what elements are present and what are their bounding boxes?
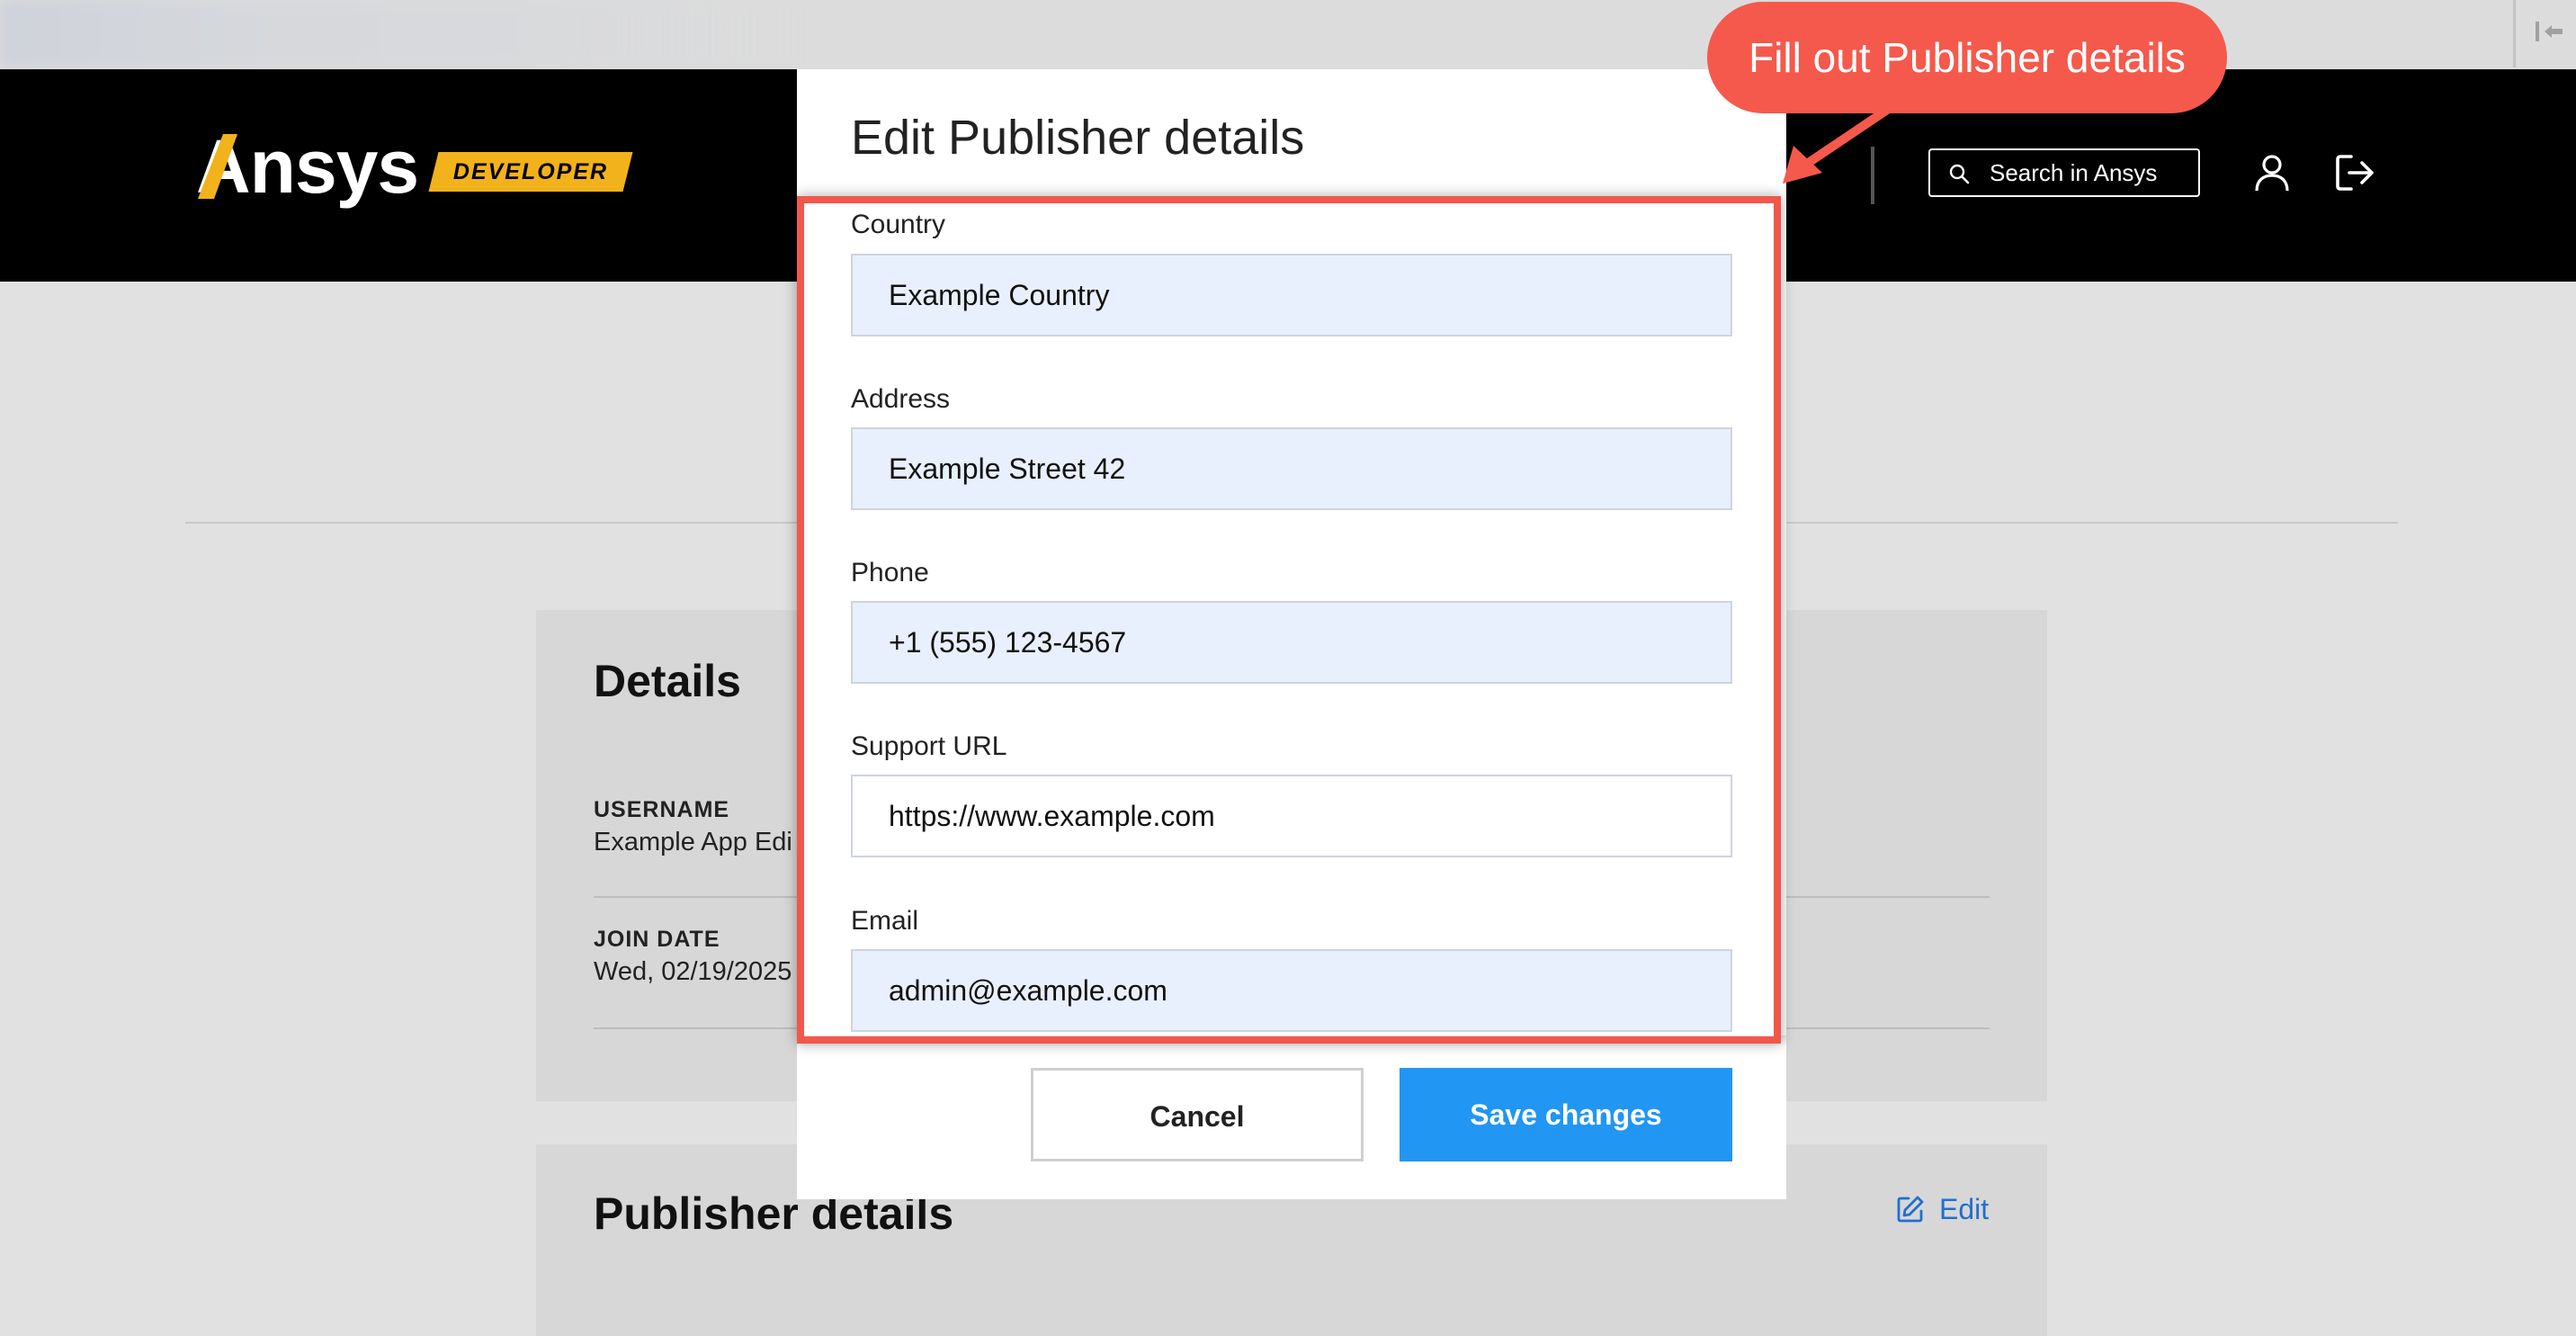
join-date-label: JOIN DATE [594, 927, 720, 952]
blurred-browser-tabs [0, 0, 809, 67]
username-value: Example App Edi [594, 828, 792, 856]
edit-icon [1897, 1196, 1924, 1223]
join-date-value: Wed, 02/19/2025 [594, 957, 792, 986]
developer-badge-label: DEVELOPER [452, 159, 609, 184]
logo-accent-icon [198, 134, 237, 199]
edit-label: Edit [1939, 1193, 1990, 1225]
save-changes-button[interactable]: Save changes [1400, 1068, 1732, 1161]
search-placeholder: Search in Ansys [1990, 159, 2158, 186]
callout-label: Fill out Publisher details [1707, 2, 2227, 113]
search-icon [1949, 164, 1970, 184]
highlight-box [797, 196, 1781, 1044]
logout-icon[interactable] [2335, 153, 2376, 193]
user-icon[interactable] [2252, 153, 2292, 193]
search-input[interactable]: Search in Ansys [1928, 148, 2200, 197]
modal-title: Edit Publisher details [851, 111, 1305, 165]
cancel-button[interactable]: Cancel [1031, 1068, 1364, 1161]
browser-divider [2513, 0, 2516, 67]
details-title: Details [594, 656, 741, 706]
collapse-sidebar-icon[interactable] [2532, 16, 2568, 47]
username-label: USERNAME [594, 797, 730, 822]
